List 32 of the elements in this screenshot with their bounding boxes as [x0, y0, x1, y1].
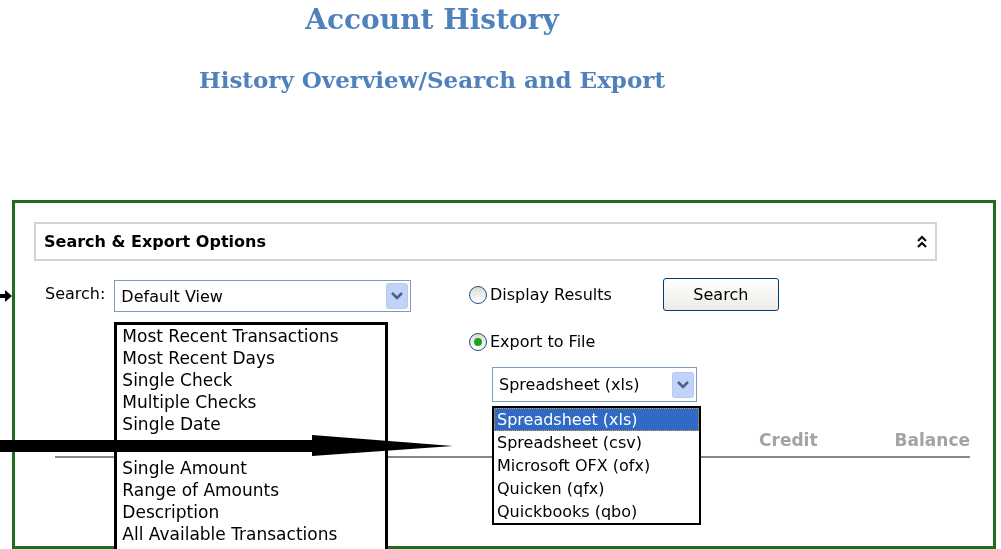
dropdown-option[interactable]: Quicken (qfx) [494, 477, 699, 500]
dropdown-option[interactable]: Most Recent Days [119, 347, 386, 369]
column-header: Credit [759, 430, 818, 450]
section-title: Search & Export Options [44, 232, 266, 251]
dropdown-option[interactable]: Spreadsheet (xls) [494, 408, 699, 431]
dropdown-option[interactable]: Spreadsheet (csv) [494, 431, 699, 454]
dropdown-option[interactable]: Quickbooks (qbo) [494, 500, 699, 523]
radio-button[interactable] [469, 285, 487, 304]
radio-label: Display Results [490, 285, 612, 304]
page-title: Account History [304, 2, 561, 38]
chevron-down-icon [672, 371, 694, 398]
dropdown-option[interactable]: Most Recent Transactions [119, 325, 386, 347]
page-subtitle: History Overview/Search and Export [197, 65, 667, 95]
collapse-icon[interactable] [917, 234, 927, 249]
dropdown-option[interactable]: Single Date [119, 413, 386, 435]
dropdown-option[interactable]: Single Check [119, 369, 386, 391]
radio-button[interactable] [469, 332, 487, 351]
section-header[interactable]: Search & Export Options [34, 222, 937, 261]
dropdown-option[interactable]: All Available Transactions [119, 523, 386, 545]
dropdown-option[interactable]: Range of Amounts [119, 479, 386, 501]
dropdown-option[interactable]: Multiple Checks [119, 391, 386, 413]
radio-label: Export to File [490, 332, 596, 351]
chevron-down-icon [386, 283, 409, 309]
search-label: Search: [45, 283, 106, 305]
dropdown-option[interactable]: Single Amount [119, 457, 386, 479]
arrow [0, 290, 12, 302]
dropdown-option[interactable]: Microsoft OFX (ofx) [494, 454, 699, 477]
search-button[interactable]: Search [662, 278, 779, 311]
dropdown[interactable]: Default View [114, 280, 412, 312]
dropdown[interactable]: Spreadsheet (xls) [492, 367, 697, 402]
dropdown-option[interactable]: Description [119, 501, 386, 523]
column-header: Balance [894, 430, 970, 450]
